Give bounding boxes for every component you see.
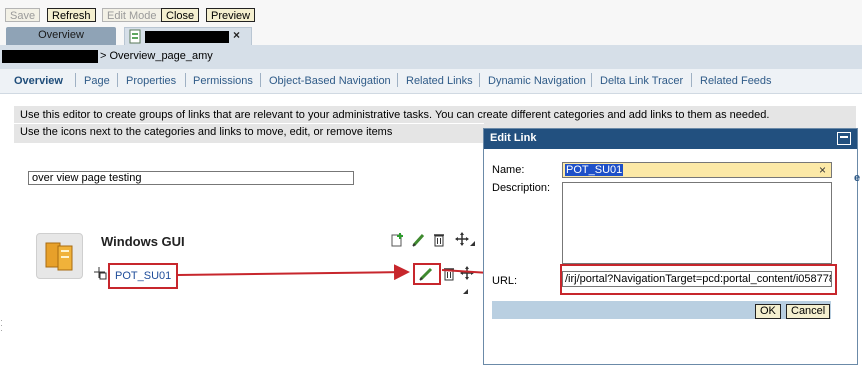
maximize-icon[interactable] bbox=[837, 132, 851, 145]
name-label: Name: bbox=[492, 164, 525, 176]
name-input-value: POT_SU01 bbox=[565, 164, 624, 176]
url-label: URL: bbox=[492, 275, 518, 287]
cancel-button[interactable]: Cancel bbox=[786, 304, 831, 319]
clipped-edge-text: e bbox=[854, 172, 861, 184]
splitter-handle[interactable]: · · · bbox=[0, 316, 3, 335]
ok-button[interactable]: OK bbox=[755, 304, 781, 319]
description-textarea[interactable] bbox=[562, 182, 832, 264]
dialog-titlebar[interactable]: Edit Link bbox=[484, 129, 857, 149]
clear-input-icon[interactable]: × bbox=[819, 163, 826, 177]
edit-link-dialog: Edit Link Name: POT_SU01 × Description: … bbox=[483, 128, 858, 365]
name-input[interactable]: POT_SU01 × bbox=[562, 162, 832, 178]
description-label: Description: bbox=[492, 182, 551, 194]
dialog-title: Edit Link bbox=[490, 132, 537, 144]
url-highlight-box bbox=[560, 264, 837, 295]
maximize-bar bbox=[840, 136, 848, 138]
